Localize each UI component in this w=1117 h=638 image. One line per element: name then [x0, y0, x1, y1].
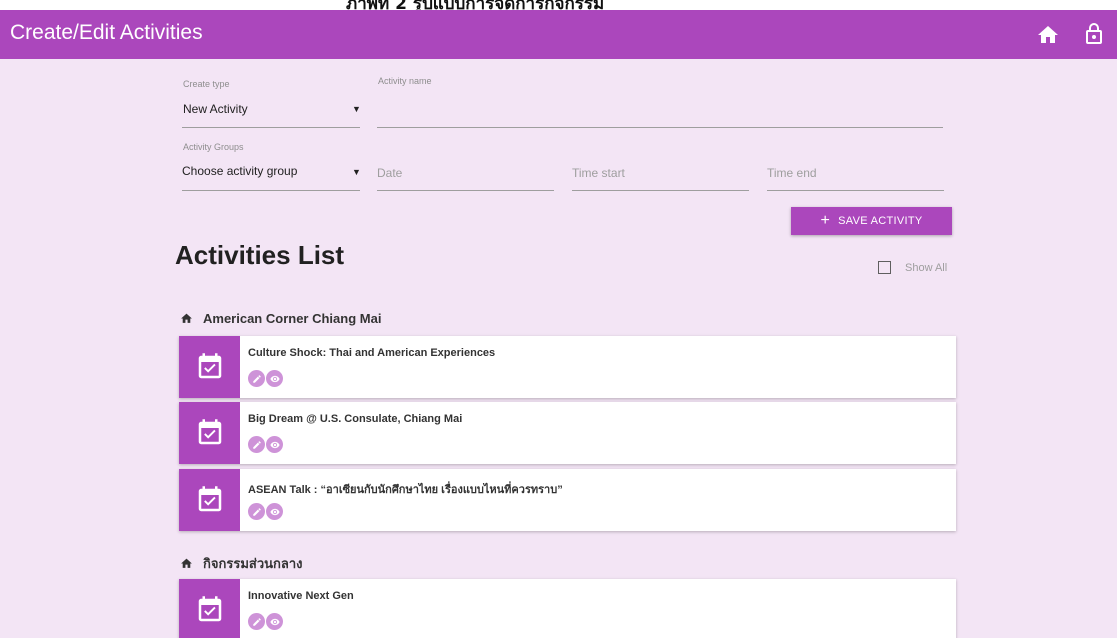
time-end-input[interactable]: Time end — [767, 159, 944, 191]
create-type-select[interactable]: New Activity ▼ — [182, 96, 361, 128]
date-underline — [377, 190, 554, 191]
activity-name-label: Activity name — [378, 76, 432, 86]
top-caption-strip: ภาพที่ 2 รูปแบบการจัดการกิจกรรม — [0, 0, 1117, 10]
edit-icon[interactable] — [248, 436, 265, 453]
save-activity-button[interactable]: + SAVE ACTIVITY — [791, 207, 952, 235]
activity-title: ASEAN Talk : “อาเซียนกับนักศึกษาไทย เรื่… — [248, 484, 563, 496]
calendar-check-icon — [179, 336, 240, 398]
show-all-checkbox[interactable]: Show All — [878, 261, 947, 274]
create-type-underline — [182, 127, 360, 128]
activity-actions — [248, 436, 283, 453]
calendar-check-icon — [179, 579, 240, 638]
app-title: Create/Edit Activities — [10, 21, 203, 44]
activities-list-heading: Activities List — [175, 240, 345, 270]
view-eye-icon[interactable] — [266, 370, 283, 387]
activity-card: Culture Shock: Thai and American Experie… — [179, 336, 956, 398]
group-header: กิจกรรมส่วนกลาง — [180, 553, 303, 574]
date-input[interactable]: Date — [377, 159, 554, 191]
time-end-placeholder: Time end — [767, 166, 817, 180]
activity-actions — [248, 370, 283, 387]
edit-icon[interactable] — [248, 370, 265, 387]
calendar-check-icon — [179, 402, 240, 464]
create-type-value: New Activity — [183, 102, 248, 116]
group-name: กิจกรรมส่วนกลาง — [203, 556, 303, 571]
activity-groups-value: Choose activity group — [182, 164, 298, 178]
app-bar: Create/Edit Activities — [0, 10, 1117, 59]
dropdown-arrow-icon: ▼ — [352, 167, 361, 177]
time-start-placeholder: Time start — [572, 166, 625, 180]
lock-icon[interactable] — [1082, 22, 1106, 46]
activity-name-input[interactable] — [377, 90, 943, 128]
view-eye-icon[interactable] — [266, 613, 283, 630]
edit-icon[interactable] — [248, 613, 265, 630]
group-header: American Corner Chiang Mai — [180, 311, 381, 326]
edit-icon[interactable] — [248, 503, 265, 520]
create-type-label: Create type — [183, 79, 230, 89]
activity-actions — [248, 613, 283, 630]
group-name: American Corner Chiang Mai — [203, 311, 382, 326]
time-end-underline — [767, 190, 944, 191]
activity-card: ASEAN Talk : “อาเซียนกับนักศึกษาไทย เรื่… — [179, 469, 956, 531]
dropdown-arrow-icon: ▼ — [352, 104, 361, 114]
show-all-label: Show All — [905, 261, 948, 274]
home-icon — [181, 313, 192, 323]
save-activity-label: SAVE ACTIVITY — [838, 215, 923, 227]
plus-icon: + — [820, 212, 831, 229]
home-icon — [181, 558, 192, 568]
activity-actions — [248, 503, 283, 520]
activity-title: Big Dream @ U.S. Consulate, Chiang Mai — [248, 413, 463, 425]
activity-groups-select[interactable]: Choose activity group ▼ — [182, 159, 361, 191]
activity-card: Innovative Next Gen — [179, 579, 956, 638]
activity-title: Culture Shock: Thai and American Experie… — [248, 347, 496, 359]
checkbox-box[interactable] — [878, 261, 891, 274]
top-caption-text: ภาพที่ 2 รูปแบบการจัดการกิจกรรม — [346, 0, 605, 10]
time-start-underline — [572, 190, 749, 191]
activity-groups-label: Activity Groups — [183, 142, 244, 152]
view-eye-icon[interactable] — [266, 436, 283, 453]
activity-name-underline — [377, 127, 943, 128]
calendar-check-icon — [179, 469, 240, 531]
activity-groups-underline — [182, 190, 360, 191]
time-start-input[interactable]: Time start — [572, 159, 749, 191]
home-icon[interactable] — [1036, 23, 1060, 47]
date-placeholder: Date — [377, 166, 403, 180]
view-eye-icon[interactable] — [266, 503, 283, 520]
activity-card: Big Dream @ U.S. Consulate, Chiang Mai — [179, 402, 956, 464]
activity-title: Innovative Next Gen — [248, 590, 354, 602]
